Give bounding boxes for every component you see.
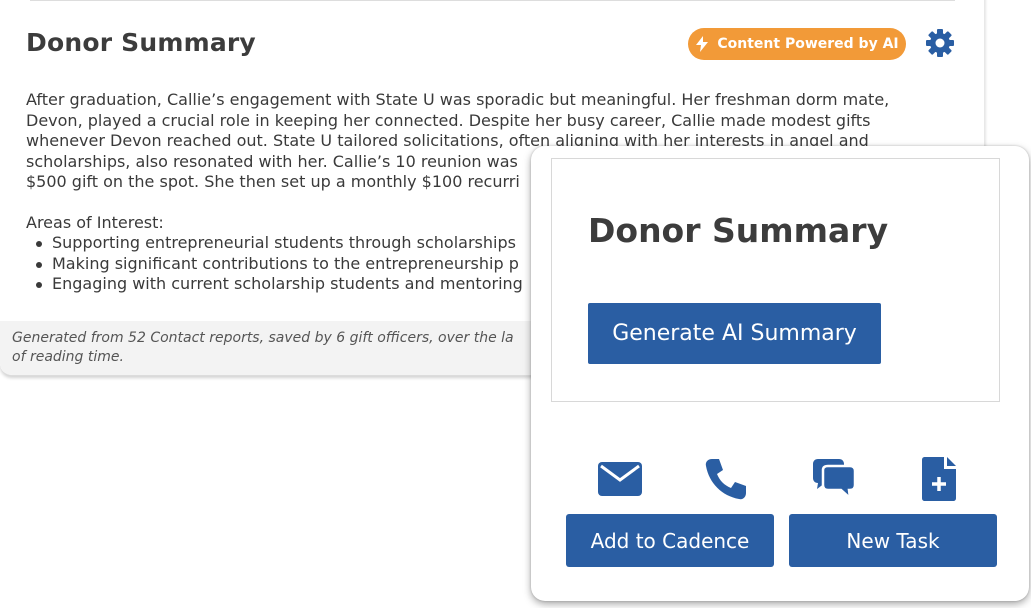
ai-badge: Content Powered by AI [688, 28, 906, 60]
panel-title: Donor Summary [588, 211, 889, 250]
summary-title: Donor Summary [26, 28, 256, 57]
new-task-button[interactable]: New Task [789, 514, 997, 567]
divider [30, 0, 955, 1]
phone-icon [705, 459, 746, 500]
gear-icon[interactable] [925, 28, 955, 58]
add-to-cadence-button[interactable]: Add to Cadence [566, 514, 774, 567]
summary-line: Devon, played a crucial role in keeping … [26, 110, 871, 130]
chat-icon [813, 459, 857, 500]
generate-ai-summary-button[interactable]: Generate AI Summary [588, 303, 881, 364]
ai-badge-label: Content Powered by AI [717, 36, 899, 52]
lightning-icon [696, 36, 709, 52]
email-button[interactable] [597, 456, 643, 502]
summary-prompt-card: Donor Summary Generate AI Summary [551, 158, 1000, 402]
summary-line: After graduation, Callie’s engagement wi… [26, 90, 890, 109]
envelope-icon [598, 462, 642, 496]
message-button[interactable] [811, 456, 857, 502]
screen: Donor Summary Content Powered by AI Afte… [0, 0, 1031, 608]
new-document-button[interactable] [917, 456, 963, 502]
call-button[interactable] [703, 456, 749, 502]
file-plus-icon [922, 457, 956, 501]
donor-actions-panel: Donor Summary Generate AI Summary Add to… [531, 146, 1029, 601]
